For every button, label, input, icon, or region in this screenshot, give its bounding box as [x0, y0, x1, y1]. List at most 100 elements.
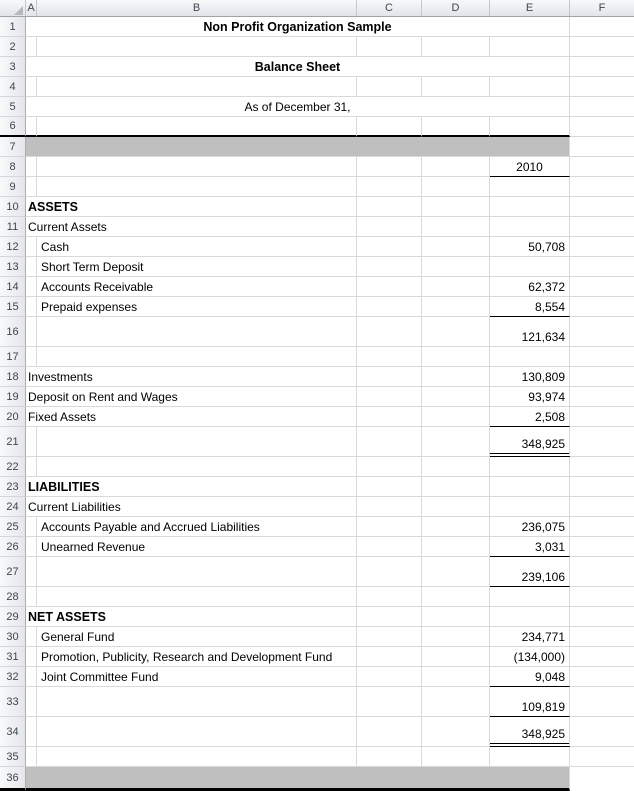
- cell-C12[interactable]: [357, 237, 422, 257]
- cell-E10[interactable]: [490, 197, 570, 217]
- cell-E31[interactable]: (134,000): [490, 647, 570, 667]
- cell-A21[interactable]: [26, 427, 37, 457]
- cell-D31[interactable]: [422, 647, 490, 667]
- cell-E28[interactable]: [490, 587, 570, 607]
- row-header-15[interactable]: 15: [0, 297, 26, 317]
- cell-C8[interactable]: [357, 157, 422, 177]
- cell-C33[interactable]: [357, 687, 422, 717]
- row-header-17[interactable]: 17: [0, 347, 26, 367]
- cell-D21[interactable]: [422, 427, 490, 457]
- cell-F3[interactable]: [570, 57, 634, 77]
- cell-B16[interactable]: [37, 317, 357, 347]
- cell-A28[interactable]: [26, 587, 37, 607]
- cell-F19[interactable]: [570, 387, 634, 407]
- cell-C31[interactable]: [357, 647, 422, 667]
- cell-A31[interactable]: [26, 647, 37, 667]
- cell-C14[interactable]: [357, 277, 422, 297]
- cell-C13[interactable]: [357, 257, 422, 277]
- cell-F7[interactable]: [570, 137, 634, 157]
- cell-D30[interactable]: [422, 627, 490, 647]
- row-header-8[interactable]: 8: [0, 157, 26, 177]
- row-header-19[interactable]: 19: [0, 387, 26, 407]
- cell-C19[interactable]: [357, 387, 422, 407]
- cell-B13[interactable]: Short Term Deposit: [37, 257, 357, 277]
- row-header-12[interactable]: 12: [0, 237, 26, 257]
- cell-F27[interactable]: [570, 557, 634, 587]
- cell-A27[interactable]: [26, 557, 37, 587]
- cell-B33[interactable]: [37, 687, 357, 717]
- column-header-C[interactable]: C: [357, 0, 422, 16]
- row-header-6[interactable]: 6: [0, 117, 26, 137]
- cell-C35[interactable]: [357, 747, 422, 767]
- cell-E8[interactable]: 2010: [490, 157, 570, 177]
- cell-D11[interactable]: [422, 217, 490, 237]
- cell-E29[interactable]: [490, 607, 570, 627]
- row-header-21[interactable]: 21: [0, 427, 26, 457]
- cell-A30[interactable]: [26, 627, 37, 647]
- cell-F13[interactable]: [570, 257, 634, 277]
- cell-E30[interactable]: 234,771: [490, 627, 570, 647]
- cell-C11[interactable]: [357, 217, 422, 237]
- cell-B30[interactable]: General Fund: [37, 627, 357, 647]
- cell-F8[interactable]: [570, 157, 634, 177]
- cell-A17[interactable]: [26, 347, 37, 367]
- row-header-31[interactable]: 31: [0, 647, 26, 667]
- cell-F35[interactable]: [570, 747, 634, 767]
- cell-D28[interactable]: [422, 587, 490, 607]
- cell-E26[interactable]: 3,031: [490, 537, 570, 557]
- cell-D22[interactable]: [422, 457, 490, 477]
- cell-A12[interactable]: [26, 237, 37, 257]
- cell-B12[interactable]: Cash: [37, 237, 357, 257]
- cell-E18[interactable]: 130,809: [490, 367, 570, 387]
- row-header-27[interactable]: 27: [0, 557, 26, 587]
- cell-F28[interactable]: [570, 587, 634, 607]
- cell-B21[interactable]: [37, 427, 357, 457]
- cell-D29[interactable]: [422, 607, 490, 627]
- cell-F6[interactable]: [570, 117, 634, 137]
- cell-E20[interactable]: 2,508: [490, 407, 570, 427]
- column-header-E[interactable]: E: [490, 0, 570, 16]
- cell-F26[interactable]: [570, 537, 634, 557]
- cell-F25[interactable]: [570, 517, 634, 537]
- cell-B34[interactable]: [37, 717, 357, 747]
- cell-D12[interactable]: [422, 237, 490, 257]
- cell-D4[interactable]: [422, 77, 490, 97]
- cell-C18[interactable]: [357, 367, 422, 387]
- column-header-B[interactable]: B: [37, 0, 357, 16]
- cell-C2[interactable]: [357, 37, 422, 57]
- cell-F17[interactable]: [570, 347, 634, 367]
- cell-F30[interactable]: [570, 627, 634, 647]
- row-header-29[interactable]: 29: [0, 607, 26, 627]
- cell-C20[interactable]: [357, 407, 422, 427]
- cell-A24[interactable]: Current Liabilities: [26, 497, 357, 517]
- cell-A20[interactable]: Fixed Assets: [26, 407, 357, 427]
- row-header-7[interactable]: 7: [0, 137, 26, 157]
- cell-E17[interactable]: [490, 347, 570, 367]
- row-header-33[interactable]: 33: [0, 687, 26, 717]
- cell-C4[interactable]: [357, 77, 422, 97]
- row-header-22[interactable]: 22: [0, 457, 26, 477]
- cell-A26[interactable]: [26, 537, 37, 557]
- cell-C10[interactable]: [357, 197, 422, 217]
- cell-E4[interactable]: [490, 77, 570, 97]
- cell-B32[interactable]: Joint Committee Fund: [37, 667, 357, 687]
- cell-F21[interactable]: [570, 427, 634, 457]
- cell-D2[interactable]: [422, 37, 490, 57]
- cell-E19[interactable]: 93,974: [490, 387, 570, 407]
- cell-D18[interactable]: [422, 367, 490, 387]
- column-header-F[interactable]: F: [570, 0, 634, 16]
- cell-A1-E1-merged[interactable]: Non Profit Organization Sample: [26, 17, 570, 37]
- row-header-10[interactable]: 10: [0, 197, 26, 217]
- cell-C25[interactable]: [357, 517, 422, 537]
- cell-A10[interactable]: ASSETS: [26, 197, 357, 217]
- row-header-35[interactable]: 35: [0, 747, 26, 767]
- cell-C28[interactable]: [357, 587, 422, 607]
- cell-F2[interactable]: [570, 37, 634, 57]
- cell-E12[interactable]: 50,708: [490, 237, 570, 257]
- cell-B31[interactable]: Promotion, Publicity, Research and Devel…: [37, 647, 357, 667]
- row-header-18[interactable]: 18: [0, 367, 26, 387]
- cell-C34[interactable]: [357, 717, 422, 747]
- cell-A13[interactable]: [26, 257, 37, 277]
- cell-D19[interactable]: [422, 387, 490, 407]
- cell-D34[interactable]: [422, 717, 490, 747]
